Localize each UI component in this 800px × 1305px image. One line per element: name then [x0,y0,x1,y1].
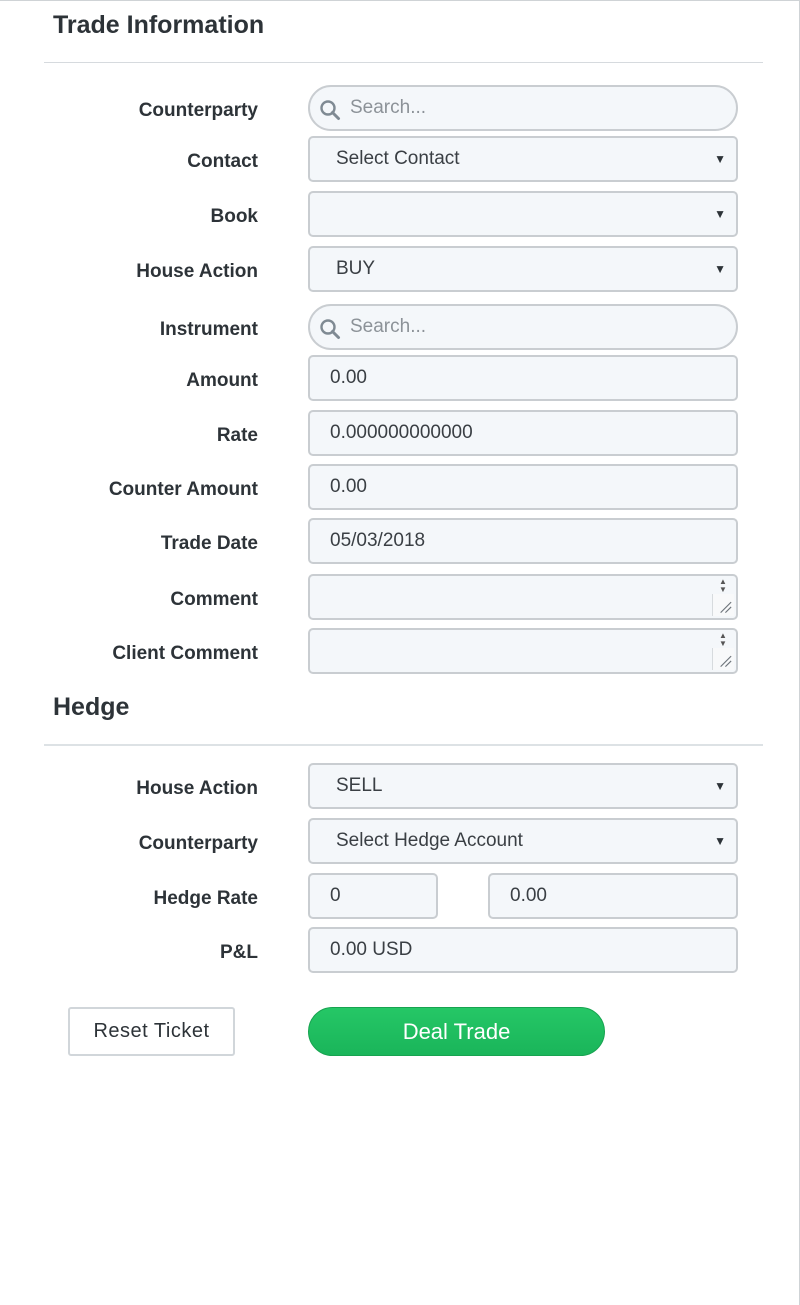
instrument-search-input[interactable]: Search... [308,304,738,350]
comment-textarea[interactable]: ▲ ▼ [308,574,738,620]
counterparty-label: Counterparty [138,100,258,121]
section-divider [44,62,763,63]
counterparty-placeholder: Search... [350,97,427,118]
instrument-placeholder: Search... [350,316,427,337]
hedge-rate-input-a[interactable]: 0 [308,873,438,919]
hedge-house-action-label: House Action [136,778,258,799]
comment-label: Comment [170,589,258,610]
row-counterparty: Counterparty Search... [0,85,800,131]
row-rate: Rate 0.000000000000 [0,410,800,456]
trade-date-input[interactable]: 05/03/2018 [308,518,738,564]
book-select[interactable]: ▼ [308,191,738,237]
search-icon [320,319,340,339]
row-pnl: P&L 0.00 USD [0,927,800,973]
deal-trade-button[interactable]: Deal Trade [308,1007,605,1056]
spinner-icon[interactable]: ▲ ▼ [712,577,734,595]
trade-information-title: Trade Information [53,11,265,39]
book-label: Book [210,206,259,227]
search-icon [320,100,340,120]
pnl-value: 0.00 USD [330,939,413,960]
amount-value: 0.00 [330,367,367,388]
rate-value: 0.000000000000 [330,422,473,443]
pnl-field: 0.00 USD [308,927,738,973]
chevron-down-icon: ▼ [714,834,726,848]
hedge-counterparty-label: Counterparty [138,833,258,854]
counter-amount-label: Counter Amount [108,479,258,500]
contact-value: Select Contact [336,148,460,169]
row-instrument: Instrument Search... [0,304,800,350]
spinner-icon[interactable]: ▲ ▼ [712,631,734,649]
hedge-account-select[interactable]: Select Hedge Account ▼ [308,818,738,864]
chevron-down-icon: ▼ [714,152,726,166]
row-hedge-house-action: House Action SELL ▼ [0,763,800,809]
resize-handle-icon[interactable] [712,594,734,616]
row-client-comment: Client Comment ▲ ▼ [0,628,800,674]
row-contact: Contact Select Contact ▼ [0,136,800,182]
chevron-down-icon: ▼ [714,779,726,793]
section-divider [44,744,763,746]
rate-label: Rate [216,425,258,446]
hedge-rate-input-b[interactable]: 0.00 [488,873,738,919]
amount-input[interactable]: 0.00 [308,355,738,401]
counter-amount-input[interactable]: 0.00 [308,464,738,510]
trade-date-value: 05/03/2018 [330,530,426,551]
hedge-account-value: Select Hedge Account [336,830,523,851]
chevron-down-icon: ▼ [714,262,726,276]
trade-ticket-page: Trade Information Counterparty Search...… [0,0,800,1305]
trade-date-label: Trade Date [160,533,258,554]
row-comment: Comment ▲ ▼ [0,574,800,620]
client-comment-label: Client Comment [112,643,258,664]
reset-ticket-button[interactable]: Reset Ticket [68,1007,235,1056]
counter-amount-value: 0.00 [330,476,367,497]
hedge-house-action-value: SELL [336,775,383,796]
rate-input[interactable]: 0.000000000000 [308,410,738,456]
row-amount: Amount 0.00 [0,355,800,401]
contact-select[interactable]: Select Contact ▼ [308,136,738,182]
row-book: Book ▼ [0,191,800,237]
row-counter-amount: Counter Amount 0.00 [0,464,800,510]
hedge-house-action-select[interactable]: SELL ▼ [308,763,738,809]
hedge-rate-value-a: 0 [330,885,341,906]
hedge-rate-label: Hedge Rate [153,888,258,909]
amount-label: Amount [186,370,258,391]
row-hedge-counterparty: Counterparty Select Hedge Account ▼ [0,818,800,864]
hedge-title: Hedge [53,693,130,721]
row-house-action: House Action BUY ▼ [0,246,800,292]
instrument-label: Instrument [159,319,258,340]
row-trade-date: Trade Date 05/03/2018 [0,518,800,564]
resize-handle-icon[interactable] [712,648,734,670]
house-action-label: House Action [136,261,258,282]
row-hedge-rate: Hedge Rate 0 0.00 [0,873,800,919]
house-action-select[interactable]: BUY ▼ [308,246,738,292]
client-comment-textarea[interactable]: ▲ ▼ [308,628,738,674]
counterparty-search-input[interactable]: Search... [308,85,738,131]
chevron-down-icon: ▼ [714,207,726,221]
hedge-rate-value-b: 0.00 [510,885,547,906]
house-action-value: BUY [336,258,376,279]
contact-label: Contact [187,151,258,172]
pnl-label: P&L [220,942,258,963]
